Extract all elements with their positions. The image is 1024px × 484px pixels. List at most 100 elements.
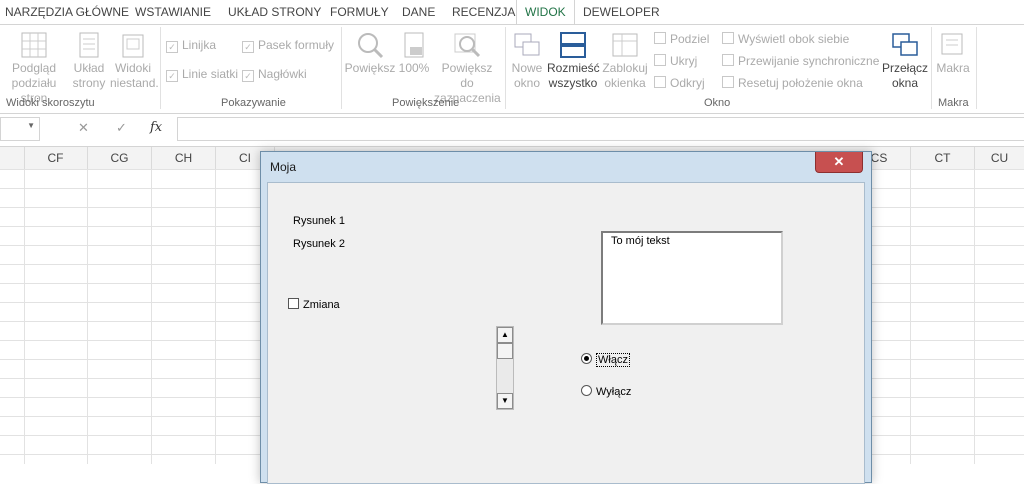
sync-scroll-label: Przewijanie synchroniczne <box>738 54 880 68</box>
group-separator <box>160 27 161 109</box>
enter-formula-button[interactable]: ✓ <box>116 117 127 139</box>
freeze-panes-label: Zablokuj okienka <box>602 61 648 90</box>
dialog-client-area: Rysunek 1 Rysunek 2 Zmiana To mój tekst … <box>267 182 865 484</box>
zmiana-checkbox[interactable]: Zmiana <box>288 298 340 311</box>
sync-scroll-button[interactable]: Przewijanie synchroniczne <box>722 53 879 69</box>
custom-views-button[interactable]: Widoki niestand. <box>110 31 159 91</box>
name-box[interactable]: ▼ <box>0 117 40 141</box>
column-header[interactable]: CF <box>24 147 88 169</box>
zoom-selection-button[interactable]: Powiększ do zaznaczenia <box>434 31 501 106</box>
switch-windows-button[interactable]: Przełącz okna <box>882 31 928 91</box>
group-label-macros: Makra <box>938 97 969 109</box>
ruler-label: Linijka <box>182 38 217 52</box>
radio-wylacz-label: Wyłącz <box>596 386 632 398</box>
grid-line <box>151 169 152 464</box>
scroll-down-arrow-icon[interactable]: ▼ <box>497 393 513 409</box>
unhide-label: Odkryj <box>670 76 705 90</box>
zoom-label: Powiększ <box>344 61 396 75</box>
zoom-100-label: 100% <box>398 61 430 75</box>
userform-dialog: Moja ✕ Rysunek 1 Rysunek 2 Zmiana To mój… <box>260 151 872 484</box>
formula-input[interactable] <box>177 117 1024 141</box>
grid-line <box>215 169 216 464</box>
page-layout-label: Układ strony <box>72 61 106 90</box>
hide-button[interactable]: Ukryj <box>654 53 697 69</box>
radio-selected-icon <box>581 353 592 364</box>
column-header[interactable]: CT <box>911 147 975 169</box>
text-box-value: To mój tekst <box>611 235 670 247</box>
insert-function-button[interactable]: fx <box>150 117 162 139</box>
unhide-button[interactable]: Odkryj <box>654 75 705 91</box>
hide-label: Ukryj <box>670 54 698 68</box>
formula-bar-label: Pasek formuły <box>258 38 335 52</box>
arrange-all-label: Rozmieść wszystko <box>547 61 600 90</box>
page-break-icon <box>21 32 47 58</box>
tab-home[interactable]: NARZĘDZIA GŁÓWNE <box>5 0 129 24</box>
reset-position-label: Resetuj położenie okna <box>738 76 863 90</box>
column-header[interactable]: CU <box>975 147 1024 169</box>
reset-position-icon <box>722 76 734 88</box>
scroll-up-arrow-icon[interactable]: ▲ <box>497 327 513 343</box>
tab-formulas[interactable]: FORMUŁY <box>330 0 389 24</box>
arrange-all-icon <box>560 32 586 58</box>
group-separator <box>931 27 932 109</box>
text-box[interactable]: To mój tekst <box>601 231 783 325</box>
magnifier-icon <box>358 33 384 59</box>
radio-wlacz[interactable]: Włącz <box>581 353 630 367</box>
macros-icon <box>941 33 963 55</box>
radio-wylacz[interactable]: Wyłącz <box>581 385 631 398</box>
vertical-scrollbar[interactable]: ▲ ▼ <box>496 326 514 410</box>
sync-scroll-icon <box>722 54 734 66</box>
split-icon <box>654 32 666 44</box>
column-header[interactable]: CG <box>88 147 152 169</box>
tab-view[interactable]: WIDOK <box>516 0 575 26</box>
cancel-formula-button[interactable]: ✕ <box>78 117 89 139</box>
gridlines-checkbox[interactable]: ✓ Linie siatki <box>166 66 238 82</box>
side-by-side-button[interactable]: Wyświetl obok siebie <box>722 31 849 47</box>
split-label: Podziel <box>670 32 710 46</box>
radio-wlacz-label: Włącz <box>596 353 630 367</box>
close-icon: ✕ <box>833 154 845 169</box>
new-window-button[interactable]: Nowe okno <box>508 31 546 91</box>
page-layout-button[interactable]: Układ strony <box>70 31 108 91</box>
side-by-side-label: Wyświetl obok siebie <box>738 32 850 46</box>
reset-position-button[interactable]: Resetuj położenie okna <box>722 75 863 91</box>
group-label-zoom: Powiększenie <box>392 97 460 109</box>
split-button[interactable]: Podziel <box>654 31 709 47</box>
zoom-100-icon <box>404 32 424 58</box>
close-button[interactable]: ✕ <box>815 152 863 173</box>
group-separator <box>976 27 977 109</box>
column-header[interactable]: CH <box>152 147 216 169</box>
tab-review[interactable]: RECENZJA <box>452 0 515 24</box>
arrange-all-button[interactable]: Rozmieść wszystko <box>547 31 600 91</box>
group-label-views: Widoki skoroszytu <box>6 97 95 109</box>
zoom-100-button[interactable]: 100% <box>398 31 430 76</box>
checkbox-icon <box>288 298 299 309</box>
grid-line <box>87 169 88 464</box>
select-all-corner[interactable] <box>0 147 25 169</box>
chevron-down-icon: ▼ <box>27 121 35 130</box>
headings-checkbox[interactable]: ✓ Nagłówki <box>242 66 307 82</box>
tab-insert[interactable]: WSTAWIANIE <box>135 0 211 24</box>
ribbon-tab-bar: NARZĘDZIA GŁÓWNE WSTAWIANIE UKŁAD STRONY… <box>0 0 1024 26</box>
scroll-thumb[interactable] <box>497 343 513 359</box>
gridlines-label: Linie siatki <box>182 67 239 81</box>
unhide-icon <box>654 76 666 88</box>
custom-views-label: Widoki niestand. <box>110 61 159 90</box>
side-by-side-icon <box>722 32 734 44</box>
zoom-button[interactable]: Powiększ <box>344 31 396 76</box>
grid-line <box>24 169 25 464</box>
zoom-selection-icon <box>454 33 481 58</box>
grid-line <box>910 169 911 464</box>
formula-bar: ▼ ✕ ✓ fx <box>0 117 1024 143</box>
macros-label: Makra <box>936 61 970 75</box>
macros-button[interactable]: Makra <box>934 31 972 76</box>
group-separator <box>341 27 342 109</box>
tab-developer[interactable]: DEWELOPER <box>583 0 660 24</box>
hide-icon <box>654 54 666 66</box>
page-break-preview-button[interactable]: Podgląd podziału stron <box>2 31 66 106</box>
tab-data[interactable]: DANE <box>402 0 435 24</box>
tab-page-layout[interactable]: UKŁAD STRONY <box>228 0 321 24</box>
freeze-panes-button[interactable]: Zablokuj okienka <box>600 31 650 91</box>
ruler-checkbox[interactable]: ✓ Linijka <box>166 37 216 53</box>
formula-bar-checkbox[interactable]: ✓ Pasek formuły <box>242 37 334 53</box>
